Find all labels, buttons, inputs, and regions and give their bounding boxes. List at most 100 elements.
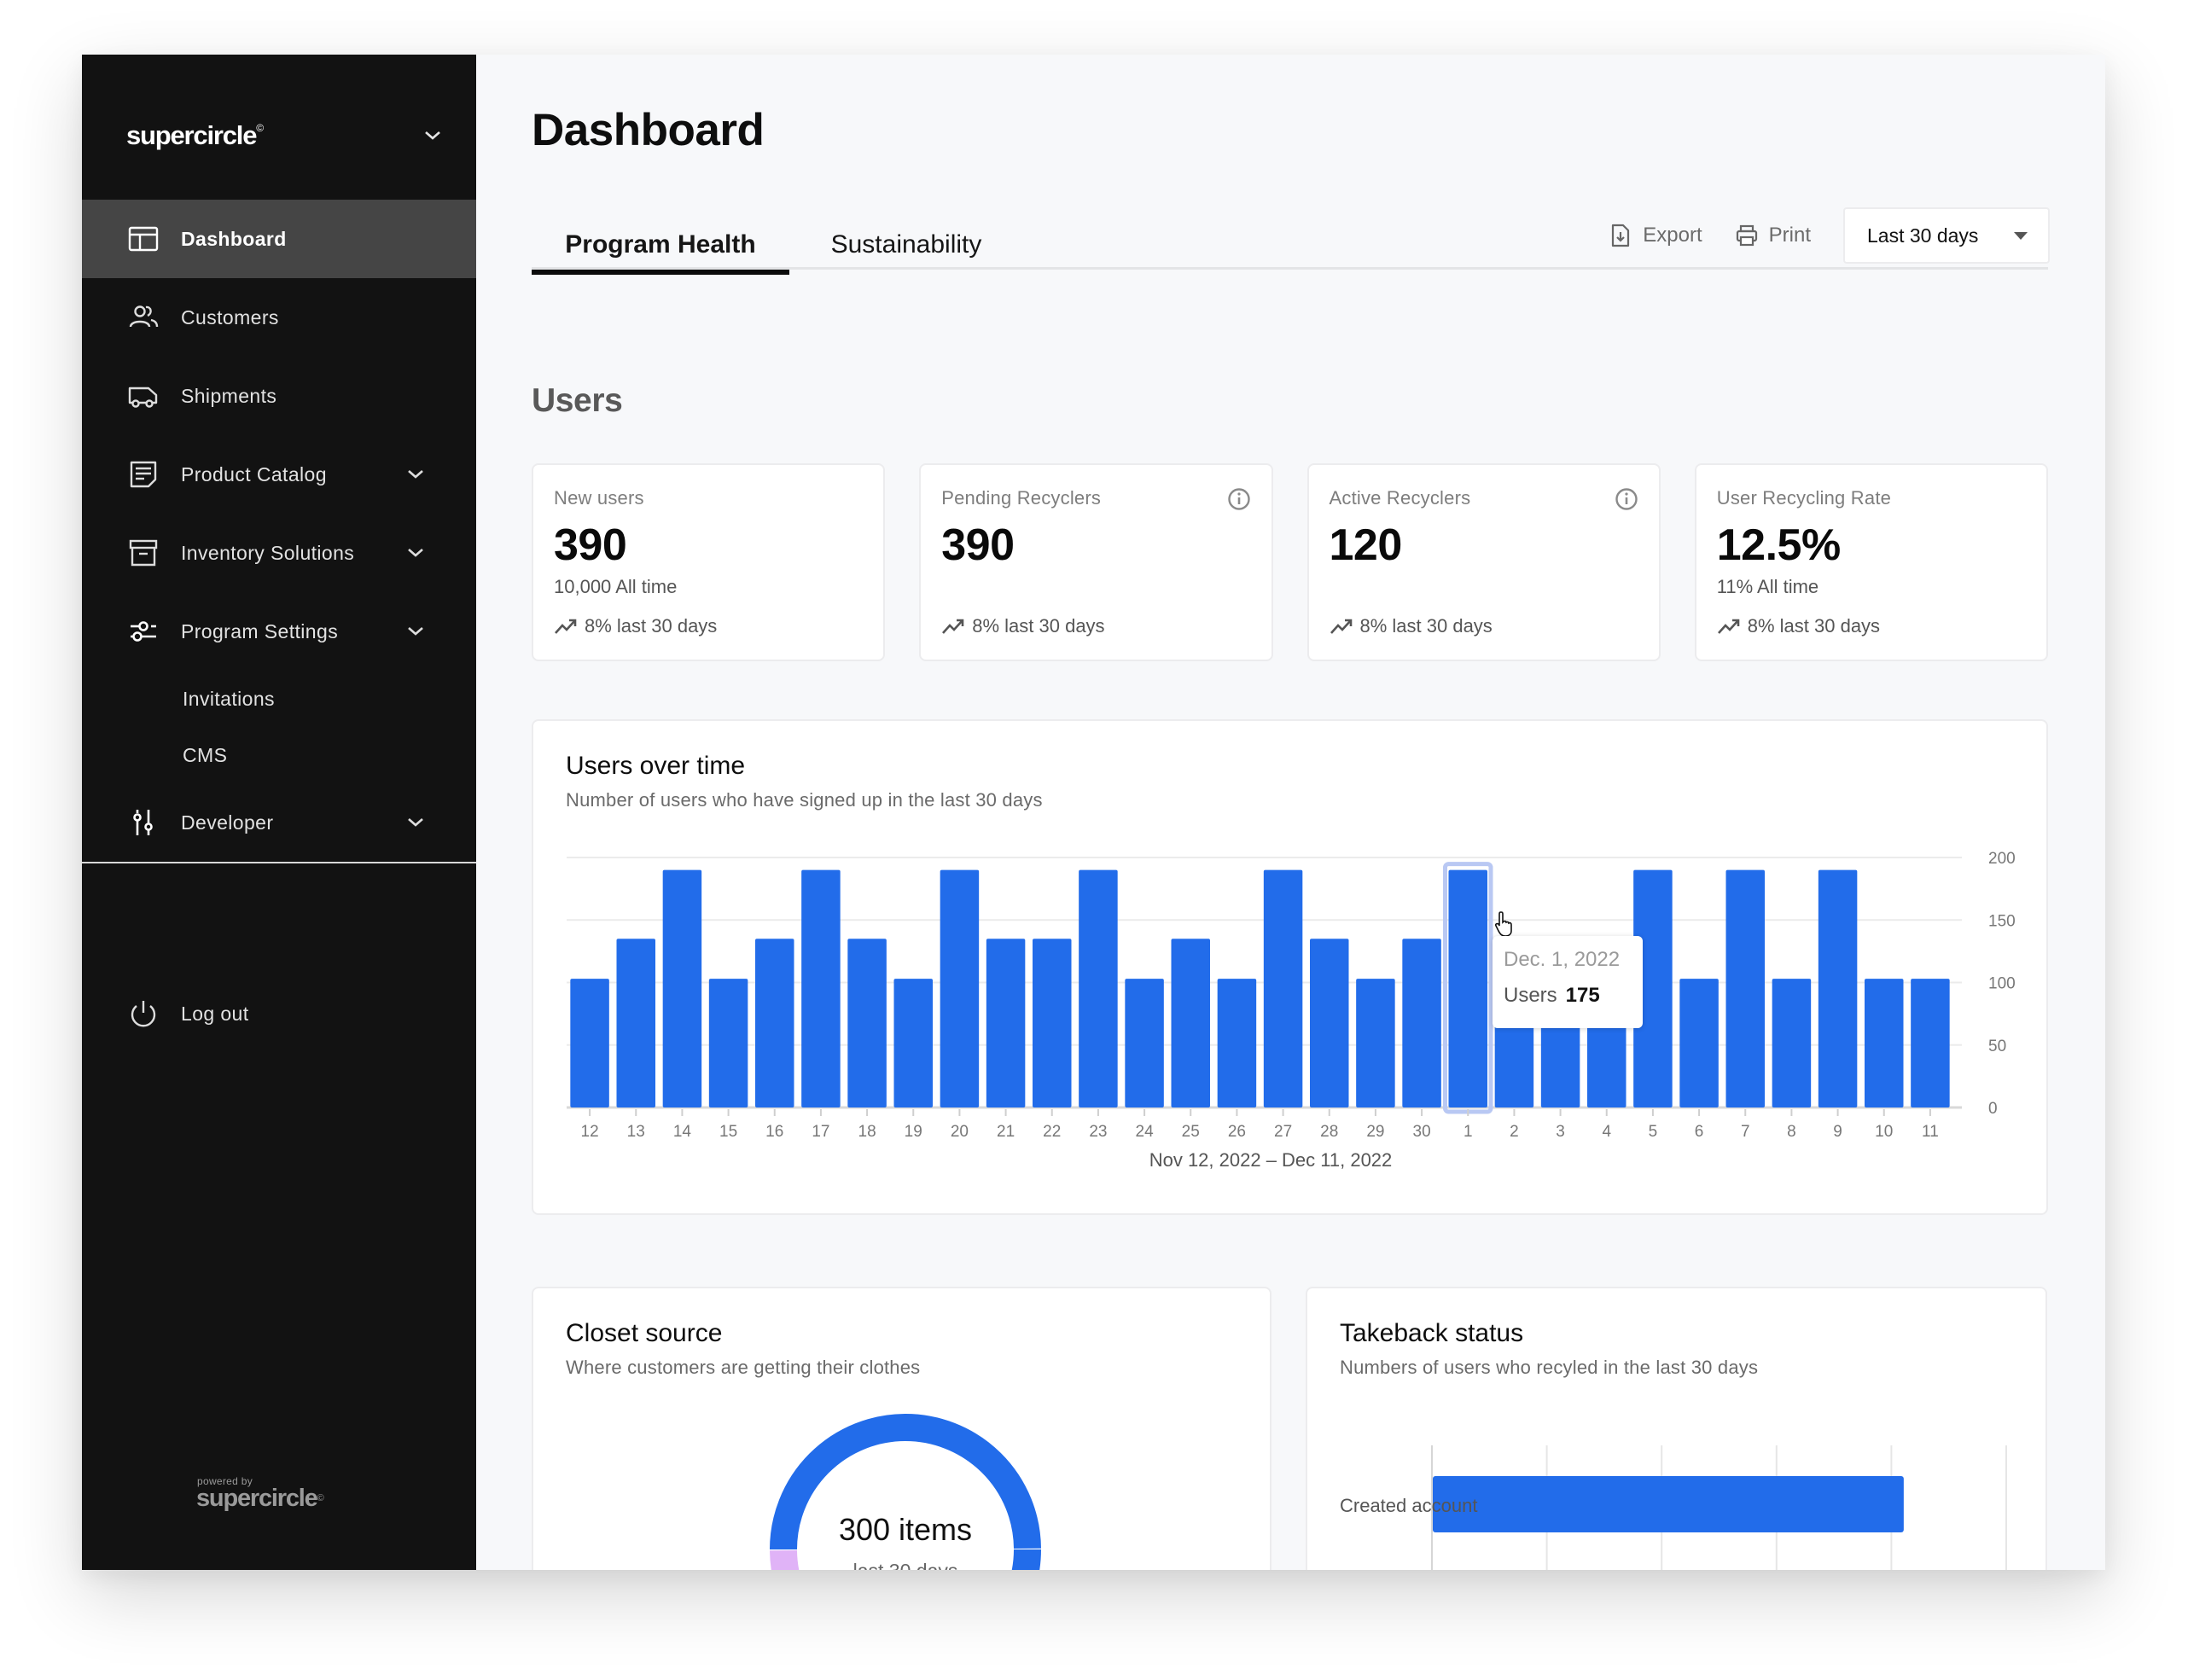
x-tick-label: 20: [951, 1123, 969, 1141]
stat-label: New users: [554, 487, 644, 509]
x-tick-label: 29: [1366, 1123, 1384, 1141]
logout-label: Log out: [181, 1002, 249, 1025]
stat-trend: 8% last 30 days: [1717, 615, 1880, 637]
trending-up-icon: [555, 619, 577, 634]
bar: [1772, 979, 1812, 1107]
sidebar-item-label: Shipments: [181, 384, 277, 407]
sidebar-item-shipments[interactable]: Shipments: [82, 357, 476, 435]
bar: [1865, 979, 1904, 1107]
print-button[interactable]: Print: [1735, 224, 1811, 247]
x-tick-label: 9: [1833, 1123, 1842, 1141]
info-icon[interactable]: [1227, 487, 1251, 511]
sidebar-item-customers[interactable]: Customers: [82, 278, 476, 357]
app-window: supercircle© Dashboard Customers Shipmen…: [82, 55, 2105, 1570]
tooltip-row: Users 175: [1504, 984, 1600, 1007]
export-button[interactable]: Export: [1609, 224, 1702, 247]
trending-up-icon: [1717, 619, 1740, 634]
stat-card-pending-recyclers: Pending Recyclers 390 8% last 30 days: [919, 463, 1273, 661]
export-file-icon: [1612, 224, 1630, 247]
card-subtitle: Where customers are getting their clothe…: [566, 1357, 921, 1378]
sidebar-item-dashboard[interactable]: Dashboard: [82, 200, 476, 278]
sidebar-item-product-catalog[interactable]: Product Catalog: [82, 435, 476, 514]
stat-label: Active Recyclers: [1329, 487, 1471, 509]
sliders-icon: [126, 614, 160, 648]
archive-icon: [126, 536, 160, 570]
bar: [940, 869, 980, 1107]
stat-trend: 8% last 30 days: [554, 615, 717, 637]
chevron-down-icon[interactable]: [406, 544, 425, 562]
bar: [1448, 869, 1487, 1107]
tab-sustainability[interactable]: Sustainability: [789, 230, 1023, 272]
y-tick-label: 150: [1988, 912, 2016, 930]
x-tick-label: 7: [1741, 1123, 1750, 1141]
hbar: [1433, 1476, 1904, 1532]
tab-program-health[interactable]: Program Health: [532, 230, 789, 275]
stat-card-active-recyclers: Active Recyclers 120 8% last 30 days: [1306, 463, 1661, 661]
chevron-down-icon[interactable]: [406, 813, 425, 832]
sidebar-nav: Dashboard Customers Shipments Product Ca…: [82, 200, 476, 862]
chevron-down-icon[interactable]: [406, 465, 425, 484]
x-tick-label: 5: [1649, 1123, 1658, 1141]
logout-section: Log out: [82, 974, 476, 1053]
x-tick-label: 3: [1556, 1123, 1565, 1141]
sidebar-item-inventory-solutions[interactable]: Inventory Solutions: [82, 514, 476, 592]
document-icon: [126, 457, 160, 491]
sidebar-item-label: Customers: [181, 305, 279, 328]
x-axis-label: Nov 12, 2022 – Dec 11, 2022: [1149, 1149, 1393, 1171]
date-range-select[interactable]: Last 30 days: [1843, 207, 2050, 264]
takeback-bar-chart: Created accountPending dropoff: [1340, 1445, 2007, 1570]
sidebar-item-label: Developer: [181, 811, 274, 834]
sidebar-item-program-settings[interactable]: Program Settings: [82, 592, 476, 671]
users-bar-chart: 05010015020012 13 14 15 16 17 18 19 20 21 22 23 24 25…: [567, 850, 2016, 1171]
x-tick-label: 1: [1464, 1123, 1473, 1141]
bar: [1079, 869, 1118, 1107]
stat-trend: 8% last 30 days: [941, 615, 1105, 637]
x-tick-label: 18: [858, 1123, 876, 1141]
chevron-down-icon[interactable]: [423, 126, 442, 145]
donut-period: last 30 days: [769, 1560, 1042, 1570]
card-title: Closet source: [566, 1319, 723, 1347]
stat-subtext: [941, 576, 1250, 598]
sidebar-item-label: Inventory Solutions: [181, 541, 355, 564]
stat-label: User Recycling Rate: [1716, 487, 1892, 509]
stat-value: 120: [1329, 520, 1403, 570]
stat-value: 390: [554, 520, 627, 570]
x-tick-label: 19: [905, 1123, 922, 1141]
stat-value: 12.5%: [1716, 520, 1841, 570]
bar: [1125, 979, 1164, 1107]
sidebar-subitem-cms[interactable]: CMS: [82, 727, 476, 783]
chevron-down-icon[interactable]: [406, 622, 425, 641]
x-tick-label: 16: [765, 1123, 783, 1141]
section-title-users: Users: [532, 382, 623, 419]
bar: [801, 869, 841, 1107]
takeback-status-card: Takeback status Numbers of users who rec…: [1306, 1287, 2047, 1570]
sidebar-item-developer[interactable]: Developer: [82, 783, 476, 862]
bar: [662, 869, 702, 1107]
logout-button[interactable]: Log out: [82, 974, 476, 1053]
x-tick-label: 26: [1228, 1123, 1246, 1141]
x-tick-label: 13: [627, 1123, 645, 1141]
bar: [893, 979, 933, 1107]
bar: [1171, 939, 1210, 1107]
y-tick-label: 100: [1988, 975, 2016, 993]
stat-cards: New users 390 10,000 All time 8% last 30…: [532, 463, 2048, 661]
y-tick-label: 0: [1988, 1100, 1998, 1118]
chart-tooltip: Dec. 1, 2022 Users 175: [1493, 936, 1643, 1028]
stat-value: 390: [941, 520, 1015, 570]
x-tick-label: 27: [1274, 1123, 1292, 1141]
sidebar-subitem-invitations[interactable]: Invitations: [82, 671, 476, 727]
x-tick-label: 12: [581, 1123, 599, 1141]
stat-subtext: 10,000 All time: [554, 576, 678, 597]
brand-switcher[interactable]: supercircle©: [126, 106, 442, 166]
bar: [986, 939, 1026, 1107]
toolbar: Export Print Last 30 days: [1609, 198, 2050, 273]
stat-subtext: [1330, 576, 1638, 598]
x-tick-label: 24: [1136, 1123, 1155, 1141]
info-icon[interactable]: [1615, 487, 1638, 511]
users-over-time-card: Users over time Number of users who have…: [532, 719, 2048, 1215]
main-content: Dashboard Program Health Sustainability …: [476, 55, 2105, 1570]
bar: [1263, 869, 1303, 1107]
bar: [755, 939, 794, 1107]
bar: [1679, 979, 1719, 1107]
bar: [1310, 939, 1349, 1107]
